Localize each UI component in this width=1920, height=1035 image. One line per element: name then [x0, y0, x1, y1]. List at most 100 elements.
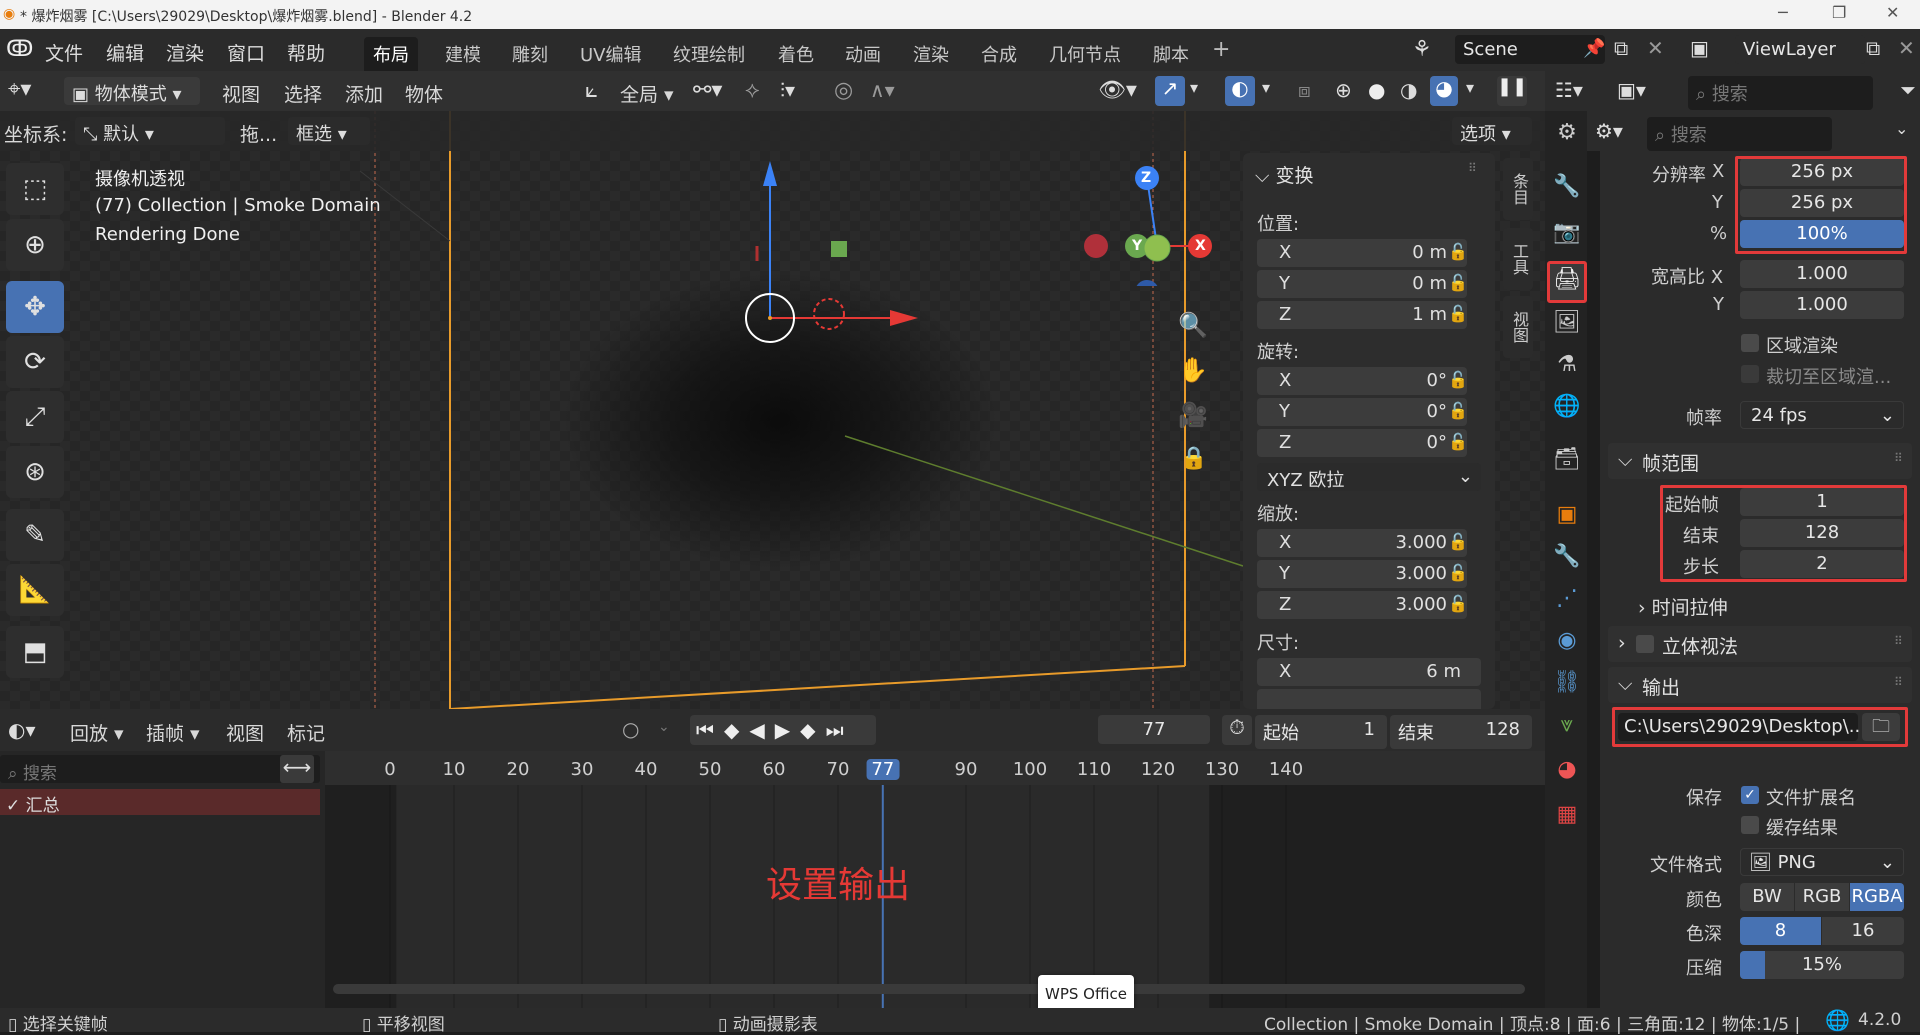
menu-timeline-view[interactable]: 视图 [226, 719, 264, 746]
lock-icon[interactable]: 🔓 [1448, 563, 1468, 582]
timeline-scrollbar[interactable] [333, 984, 1525, 994]
lock-icon[interactable]: 🔓 [1448, 532, 1468, 551]
scale-y-field[interactable]: Y 3.000 [1257, 560, 1467, 588]
transform-header[interactable]: ⌵ 变换 [1255, 161, 1313, 188]
menu-view[interactable]: 视图 [222, 80, 260, 107]
new-scene-icon[interactable]: ⧉ [1614, 36, 1628, 60]
minimize-icon[interactable]: ─ [1778, 3, 1788, 22]
scale-x-field[interactable]: X 3.000 [1257, 529, 1467, 557]
tab-shading[interactable]: 着色 [769, 37, 823, 66]
lock-icon[interactable]: 🔓 [1448, 401, 1468, 420]
close-icon[interactable]: ✕ [1886, 3, 1899, 22]
frame-range-section[interactable]: ⌵ 帧范围 ⠿ [1608, 443, 1912, 479]
auto-keying-icon[interactable]: ○ [622, 717, 639, 741]
outliner-type-icon[interactable]: ☷▾ [1555, 78, 1583, 102]
tab-modeling[interactable]: 建模 [436, 37, 490, 66]
menu-select[interactable]: 选择 [284, 80, 322, 107]
maximize-icon[interactable]: ❐ [1832, 3, 1846, 22]
render-tab-icon[interactable]: 📷 [1553, 219, 1581, 247]
measure-tool-icon[interactable]: 📐 [6, 564, 64, 616]
color-rgb-button[interactable]: RGB [1795, 883, 1849, 911]
depth-8-button[interactable]: 8 [1740, 917, 1821, 945]
next-keyframe-icon[interactable]: ◆ [800, 718, 825, 742]
texture-tab-icon[interactable]: ▦ [1553, 801, 1581, 829]
jump-end-icon[interactable]: ⏭ [826, 718, 854, 742]
tab-uv[interactable]: UV编辑 [571, 37, 651, 66]
timeline-body[interactable]: ⌕ 搜索 ⟷ ✓ 汇总 设置输出 WPS Office [0, 751, 1545, 1013]
drag-handle-icon[interactable]: ⠿ [1894, 451, 1903, 465]
jump-start-icon[interactable]: ⏮ [696, 718, 724, 742]
location-y-field[interactable]: Y 0 m [1257, 270, 1467, 298]
drag-handle-icon[interactable]: ⠿ [1468, 161, 1477, 175]
pin-icon[interactable]: 📌 [1583, 38, 1605, 59]
menu-keying[interactable]: 插帧 ▾ [146, 719, 200, 746]
lock-icon[interactable]: 🔓 [1448, 242, 1468, 261]
menu-edit[interactable]: 编辑 [106, 39, 144, 66]
rotation-x-field[interactable]: X 0° [1257, 367, 1467, 395]
cache-result-checkbox[interactable] [1741, 816, 1759, 834]
menu-help[interactable]: 帮助 [287, 39, 325, 66]
snap-icon[interactable]: ⟡ [745, 78, 760, 103]
zoom-icon[interactable]: 🔍 [1178, 311, 1208, 339]
collection-tab-icon[interactable]: 🗃 [1553, 446, 1581, 474]
region-render-checkbox[interactable] [1741, 334, 1759, 352]
orientation-icon[interactable]: ⟀ [585, 78, 598, 103]
aspect-x-field[interactable]: 1.000 [1740, 260, 1904, 288]
play-reverse-icon[interactable]: ◀ [749, 718, 774, 742]
new-view-layer-icon[interactable]: ⧉ [1866, 36, 1880, 60]
move-tool-icon[interactable]: ✥ [6, 281, 64, 333]
delete-view-layer-icon[interactable]: ✕ [1898, 36, 1915, 60]
location-x-field[interactable]: X 0 m [1257, 239, 1467, 267]
overlay-dropdown-icon[interactable]: ▾ [1262, 78, 1270, 97]
mode-dropdown[interactable]: ▣ 物体模式 ▾ [64, 77, 200, 105]
menu-file[interactable]: 文件 [45, 39, 83, 66]
lock-camera-icon[interactable]: 🔒 [1180, 446, 1207, 471]
wireframe-shading-icon[interactable]: ⊕ [1335, 78, 1352, 102]
aspect-y-field[interactable]: 1.000 [1740, 291, 1904, 319]
pivot-icon[interactable]: ⚯▾ [693, 78, 722, 103]
lock-icon[interactable]: 🔓 [1448, 594, 1468, 613]
pause-render-icon[interactable]: ❚❚ [1497, 76, 1527, 106]
delete-scene-icon[interactable]: ✕ [1647, 36, 1664, 60]
preview-range-icon[interactable]: ⏱ [1222, 715, 1252, 745]
tab-rendering[interactable]: 渲染 [904, 37, 958, 66]
camera-view-icon[interactable]: 🎥 [1178, 401, 1208, 429]
sidebar-tab-item[interactable]: 条目 [1503, 158, 1533, 220]
gizmo-toggle-icon[interactable]: ↗ [1155, 76, 1185, 106]
rotate-tool-icon[interactable]: ⟳ [6, 336, 64, 388]
timeline-editor-icon[interactable]: ◐▾ [8, 718, 36, 742]
solid-shading-icon[interactable]: ● [1368, 78, 1385, 102]
visibility-icon[interactable]: 👁▾ [1098, 78, 1137, 103]
falloff-icon[interactable]: ∧▾ [870, 78, 895, 102]
rendered-shading-icon[interactable]: ◕ [1430, 76, 1458, 106]
menu-render[interactable]: 渲染 [166, 39, 204, 66]
tool-tab-icon[interactable]: 🔧 [1553, 173, 1581, 201]
overlay-toggle-icon[interactable]: ◐ [1225, 76, 1255, 106]
properties-search[interactable]: ⌕ 搜索 [1647, 117, 1832, 151]
outliner-search[interactable]: ⌕ 搜索 [1688, 76, 1873, 110]
modifier-tab-icon[interactable]: 🔧 [1553, 543, 1581, 571]
shading-dropdown-icon[interactable]: ▾ [1466, 78, 1474, 97]
pan-hand-icon[interactable]: ✋ [1178, 356, 1208, 384]
view-layer-tab-icon[interactable]: 🖼 [1553, 309, 1581, 337]
material-tab-icon[interactable]: ◕ [1553, 756, 1581, 784]
swap-icon[interactable]: ⟷ [280, 755, 314, 783]
editor-type-icon[interactable]: ⌖▾ [8, 77, 31, 102]
lock-icon[interactable]: 🔓 [1448, 273, 1468, 292]
start-frame-field[interactable]: 起始 1 [1255, 715, 1387, 749]
scale-z-field[interactable]: Z 3.000 [1257, 591, 1467, 619]
dimensions-y-field[interactable] [1257, 689, 1481, 709]
crop-region-checkbox[interactable] [1741, 365, 1759, 383]
prev-keyframe-icon[interactable]: ◆ [724, 718, 749, 742]
material-shading-icon[interactable]: ◑ [1400, 78, 1417, 102]
summary-row[interactable]: ✓ 汇总 [0, 789, 320, 816]
scale-tool-icon[interactable]: ⤢ [6, 391, 64, 443]
transform-tool-icon[interactable]: ⊛ [6, 446, 64, 498]
compression-slider[interactable]: 15% [1740, 951, 1904, 979]
menu-add[interactable]: 添加 [345, 80, 383, 107]
physics-tab-icon[interactable]: ◉ [1553, 627, 1581, 655]
chevron-down-icon[interactable]: ⌄ [1895, 119, 1908, 138]
time-stretch-row[interactable]: › 时间拉伸 [1638, 593, 1728, 620]
fps-dropdown[interactable]: 24 fps ⌄ [1740, 401, 1904, 429]
tab-animation[interactable]: 动画 [836, 37, 890, 66]
